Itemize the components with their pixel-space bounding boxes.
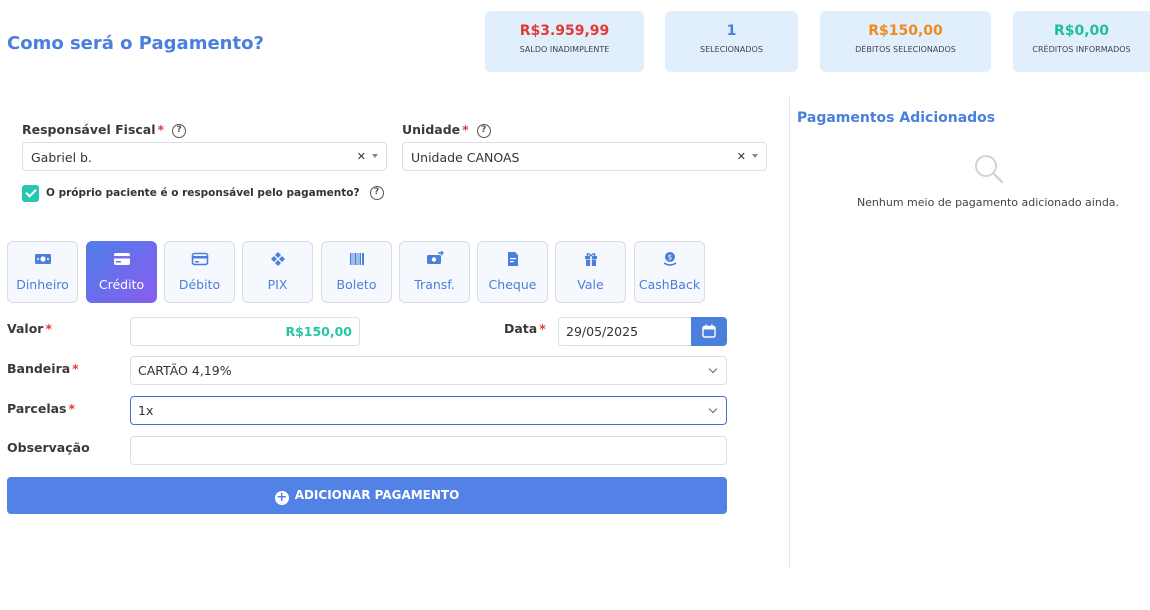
- clear-icon[interactable]: ✕: [357, 150, 366, 163]
- method-label: Cheque: [488, 277, 537, 292]
- method-label: PIX: [267, 277, 288, 292]
- chevron-down-icon: [708, 364, 718, 374]
- method-pix[interactable]: PIX: [242, 241, 313, 303]
- transfer-icon: [426, 251, 444, 264]
- stat-value: R$150,00: [868, 23, 943, 39]
- method-transferencia[interactable]: Transf.: [399, 241, 470, 303]
- method-vale[interactable]: Vale: [555, 241, 626, 303]
- stat-card-saldo: R$3.959,99 SALDO INADIMPLENTE: [485, 11, 644, 72]
- gift-icon: [584, 253, 597, 266]
- method-label: Dinheiro: [16, 277, 69, 292]
- method-dinheiro[interactable]: Dinheiro: [7, 241, 78, 303]
- stat-value: 1: [726, 23, 737, 39]
- valor-label: Valor *: [7, 321, 52, 336]
- pix-icon: [270, 252, 285, 266]
- checkbox-label-text: O próprio paciente é o responsável pelo …: [46, 187, 360, 199]
- required-mark: *: [157, 122, 165, 137]
- required-mark: *: [72, 361, 79, 376]
- help-icon[interactable]: ?: [369, 186, 384, 200]
- method-label: Débito: [178, 277, 221, 292]
- calendar-icon: [702, 324, 716, 338]
- chevron-down-icon: [708, 404, 718, 414]
- method-debito[interactable]: Débito: [164, 241, 235, 303]
- observacao-input[interactable]: [130, 436, 727, 465]
- unidade-value: Unidade CANOAS: [411, 150, 520, 165]
- responsavel-select[interactable]: Gabriel b. ✕: [22, 142, 387, 171]
- plus-circle-icon: +: [274, 490, 289, 505]
- empty-state-text: Nenhum meio de pagamento adicionado aind…: [856, 196, 1120, 209]
- add-payment-button[interactable]: + ADICIONAR PAGAMENTO: [7, 477, 727, 514]
- credit-card-icon: [113, 253, 130, 265]
- cheque-icon: [507, 252, 518, 266]
- caret-down-icon[interactable]: [372, 154, 378, 158]
- parcelas-label: Parcelas *: [7, 401, 75, 416]
- help-icon[interactable]: ?: [172, 123, 187, 138]
- stat-card-debitos: R$150,00 DÉBITOS SELECIONADOS: [820, 11, 991, 72]
- bandeira-label: Bandeira *: [7, 361, 79, 376]
- bandeira-label-text: Bandeira: [7, 361, 71, 376]
- barcode-icon: [349, 253, 364, 265]
- responsavel-value: Gabriel b.: [31, 150, 92, 165]
- required-mark: *: [539, 321, 546, 336]
- valor-label-text: Valor: [7, 321, 44, 336]
- parcelas-select[interactable]: 1x: [130, 396, 727, 425]
- page-title: Como será o Pagamento?: [7, 33, 264, 54]
- stat-card-selecionados: 1 SELECIONADOS: [665, 11, 798, 72]
- data-label: Data *: [504, 321, 546, 336]
- svg-text:$: $: [667, 254, 671, 262]
- required-mark: *: [462, 122, 469, 137]
- method-cheque[interactable]: Cheque: [477, 241, 548, 303]
- cashback-icon: $: [663, 252, 676, 266]
- stat-value: R$0,00: [1053, 23, 1110, 39]
- stat-label: CRÉDITOS INFORMADOS: [1032, 45, 1131, 54]
- parcelas-label-text: Parcelas: [7, 401, 67, 416]
- add-payment-label: ADICIONAR PAGAMENTO: [294, 488, 460, 502]
- debit-card-icon: [191, 252, 208, 266]
- parcelas-value: 1x: [138, 403, 154, 418]
- responsavel-label: Responsável Fiscal *?: [22, 122, 187, 138]
- data-label-text: Data: [504, 321, 538, 336]
- calendar-button[interactable]: [691, 317, 727, 346]
- data-input[interactable]: 29/05/2025: [558, 317, 692, 346]
- required-mark: *: [68, 401, 76, 416]
- responsavel-checkbox[interactable]: [22, 185, 39, 202]
- checkbox-label: O próprio paciente é o responsável pelo …: [46, 186, 384, 200]
- method-label: CashBack: [638, 277, 701, 292]
- divider: [789, 97, 790, 568]
- method-label: Crédito: [98, 277, 145, 292]
- unidade-label-text: Unidade: [402, 122, 461, 137]
- clear-icon[interactable]: ✕: [737, 150, 746, 163]
- money-icon: [34, 254, 51, 264]
- stat-label: SELECIONADOS: [700, 45, 763, 54]
- bandeira-value: CARTÃO 4,19%: [138, 363, 232, 378]
- caret-down-icon[interactable]: [752, 154, 758, 158]
- required-mark: *: [45, 321, 53, 336]
- method-label: Transf.: [414, 277, 455, 292]
- unidade-select[interactable]: Unidade CANOAS ✕: [402, 142, 767, 171]
- method-cashback[interactable]: $ CashBack: [634, 241, 705, 303]
- method-label: Vale: [577, 277, 604, 292]
- stat-label: DÉBITOS SELECIONADOS: [855, 45, 956, 54]
- method-credito[interactable]: Crédito: [86, 241, 157, 303]
- search-icon: [975, 155, 1004, 184]
- method-label: Boleto: [336, 277, 377, 292]
- stat-card-creditos: R$0,00 CRÉDITOS INFORMADOS: [1013, 11, 1150, 72]
- help-icon[interactable]: ?: [476, 123, 491, 138]
- unidade-label: Unidade *?: [402, 122, 491, 138]
- bandeira-select[interactable]: CARTÃO 4,19%: [130, 356, 727, 385]
- valor-input[interactable]: R$150,00: [130, 317, 360, 346]
- stat-value: R$3.959,99: [519, 23, 610, 39]
- responsavel-label-text: Responsável Fiscal: [22, 122, 156, 137]
- stat-label: SALDO INADIMPLENTE: [519, 45, 610, 54]
- observacao-label: Observação: [7, 440, 90, 455]
- method-boleto[interactable]: Boleto: [321, 241, 392, 303]
- added-payments-title: Pagamentos Adicionados: [797, 110, 996, 126]
